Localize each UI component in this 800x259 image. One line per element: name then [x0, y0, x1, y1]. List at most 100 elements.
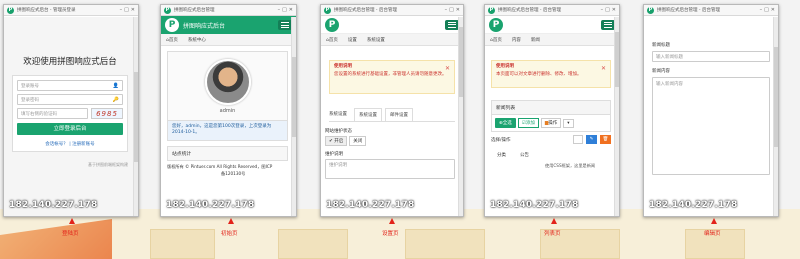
- maximize-icon[interactable]: □: [764, 7, 769, 13]
- copyright-footer-line2: 备120130号: [221, 170, 246, 176]
- scrollbar[interactable]: [614, 17, 619, 216]
- ip-overlay: 182.140.227.178: [326, 200, 415, 210]
- close-icon[interactable]: ✕: [612, 7, 616, 13]
- login-heading: 欢迎使用拼图响应式后台: [23, 57, 117, 67]
- window-titlebar: P 拼图响应式后台管理 – □ ✕: [161, 5, 296, 16]
- breadcrumb-home[interactable]: ⌂首页: [326, 37, 338, 43]
- tab-system[interactable]: 系统设置: [325, 108, 351, 121]
- login-window: P 拼图响应式后台 - 管理员登录 – □ ✕ 欢迎使用拼图响应式后台 登录账号 👤…: [3, 4, 139, 217]
- home-window: P 拼图响应式后台管理 – □ ✕ P 拼图响应式后台 ⌂首页 系统中心 admin…: [160, 4, 297, 217]
- tab-system-2[interactable]: 系统设置: [354, 108, 382, 121]
- table-header: 选择/操作 ✎ 🗑: [491, 135, 611, 144]
- app-logo-icon: P: [647, 6, 654, 14]
- close-icon[interactable]: ✕: [601, 65, 606, 73]
- breadcrumb-item[interactable]: 系统设置: [367, 37, 385, 43]
- maximize-icon[interactable]: □: [282, 7, 287, 13]
- edit-icon[interactable]: ✎: [586, 135, 597, 144]
- minimize-icon[interactable]: –: [278, 7, 281, 13]
- scrollbar[interactable]: [133, 17, 138, 216]
- scrollbar[interactable]: [773, 17, 778, 216]
- maintenance-on-toggle[interactable]: ✔ 开启: [325, 136, 348, 146]
- status-label: 网站维护状态: [325, 129, 352, 134]
- scrollbar[interactable]: [291, 17, 296, 216]
- delete-icon[interactable]: 🗑: [600, 135, 611, 144]
- close-icon[interactable]: ✕: [131, 7, 135, 13]
- ip-overlay: 182.140.227.178: [649, 200, 738, 210]
- window-title: 拼图响应式后台管理: [174, 8, 215, 13]
- app-header: P: [485, 16, 619, 34]
- breadcrumb-home[interactable]: ⌂首页: [490, 37, 502, 43]
- minimize-icon[interactable]: –: [601, 7, 604, 13]
- password-placeholder: 登录密码: [21, 97, 39, 103]
- maximize-icon[interactable]: □: [449, 7, 454, 13]
- close-icon[interactable]: ✕: [456, 7, 460, 13]
- operations-dropdown[interactable]: ▾: [563, 118, 574, 128]
- annotation-list: 列表页: [544, 231, 561, 237]
- window-title: 拼图响应式后台 - 管理员登录: [17, 8, 76, 13]
- annotation-home: 初始页: [221, 231, 238, 237]
- minimize-icon[interactable]: –: [120, 7, 123, 13]
- captcha-image[interactable]: 6985: [91, 108, 123, 119]
- edit-window: P 拼图响应式后台管理 - 后台管理 – □ ✕ 新闻标题 输入新闻标题 新闻内容 …: [643, 4, 779, 217]
- cell-category: 公告: [520, 153, 529, 158]
- password-field[interactable]: 登录密码 🔑: [17, 94, 123, 105]
- alert-title: 使用说明: [334, 64, 352, 69]
- scrollbar[interactable]: [458, 17, 463, 216]
- add-button[interactable]: ☑添加: [517, 118, 539, 128]
- breadcrumb-item[interactable]: 新闻: [531, 37, 540, 43]
- background-card: [150, 229, 215, 259]
- menu-toggle-button[interactable]: [601, 19, 615, 30]
- app-header: P 拼图响应式后台: [161, 16, 296, 34]
- news-title-placeholder: 输入新闻标题: [656, 54, 683, 60]
- annotation-login: 登陆页: [62, 231, 79, 237]
- tab-mail[interactable]: 邮件设置: [385, 108, 413, 121]
- window-title: 拼图响应式后台管理 - 后台管理: [498, 8, 561, 13]
- captcha-field[interactable]: 填写右侧的验证码: [17, 108, 88, 119]
- window-titlebar: P 拼图响应式后台管理 - 后台管理 – □ ✕: [321, 5, 463, 16]
- maintenance-off-toggle[interactable]: 关闭: [349, 136, 367, 146]
- annotation-settings: 设置页: [382, 231, 399, 237]
- operations-button[interactable]: ▆操作: [540, 118, 562, 128]
- maximize-icon[interactable]: □: [124, 7, 129, 13]
- welcome-message: 您好，admin，这是您第100次登录，上次登录为2014-10-1。: [168, 120, 287, 140]
- background-card: [278, 229, 348, 259]
- settings-tabs: 系统设置 系统设置 邮件设置: [321, 108, 463, 121]
- news-list-panel: 新闻列表 ⊕全选 ☑添加 ▆操作 ▾: [491, 100, 611, 132]
- list-window: P 拼图响应式后台管理 - 后台管理 – □ ✕ P ⌂首页 内容 新闻 使用说明 …: [484, 4, 620, 217]
- app-logo-icon: P: [324, 6, 331, 14]
- breadcrumb-home[interactable]: ⌂首页: [166, 37, 178, 43]
- account-field[interactable]: 登录账号 👤: [17, 80, 123, 91]
- menu-toggle-button[interactable]: [278, 20, 292, 30]
- close-icon[interactable]: ✕: [771, 7, 775, 13]
- breadcrumb-item[interactable]: 内容: [512, 37, 521, 43]
- breadcrumb: ⌂首页 系统中心: [161, 34, 296, 46]
- minimize-icon[interactable]: –: [445, 7, 448, 13]
- login-links[interactable]: 会话帐号？ | 注册新账号: [17, 141, 123, 147]
- window-title: 拼图响应式后台管理 - 后台管理: [657, 8, 720, 13]
- menu-toggle-button[interactable]: [445, 19, 459, 30]
- user-icon: 👤: [112, 83, 119, 89]
- maximize-icon[interactable]: □: [605, 7, 610, 13]
- close-icon[interactable]: ✕: [445, 65, 450, 73]
- news-title-input[interactable]: 输入新闻标题: [652, 51, 770, 62]
- app-logo-icon: P: [164, 6, 171, 14]
- news-content-placeholder: 输入新闻内容: [656, 82, 683, 87]
- copyright-footer: 版权所有 © Pintuer.com All Rights Reserved，图…: [167, 163, 273, 169]
- table-row[interactable]: 分类 公告: [497, 152, 611, 158]
- row-checkbox[interactable]: [573, 135, 583, 144]
- login-footer: 基于拼图前端框架构建: [88, 162, 128, 167]
- login-button[interactable]: 立即登录后台: [17, 123, 123, 135]
- maintenance-note-textarea[interactable]: 维护说明: [325, 159, 455, 179]
- news-content-textarea[interactable]: 输入新闻内容: [652, 77, 770, 175]
- news-list-heading: 新闻列表: [492, 101, 610, 115]
- select-all-button[interactable]: ⊕全选: [495, 118, 516, 128]
- breadcrumb-item[interactable]: 设置: [348, 37, 357, 43]
- minimize-icon[interactable]: –: [760, 7, 763, 13]
- brand-logo-icon: P: [325, 17, 339, 32]
- ip-overlay: 182.140.227.178: [9, 200, 98, 210]
- close-icon[interactable]: ✕: [289, 7, 293, 13]
- avatar[interactable]: [204, 58, 251, 105]
- app-name: 拼图响应式后台: [183, 22, 226, 30]
- alert-text: 本页面可以对文章进行删除、修改、增加。: [496, 72, 582, 78]
- breadcrumb-item[interactable]: 系统中心: [188, 37, 206, 43]
